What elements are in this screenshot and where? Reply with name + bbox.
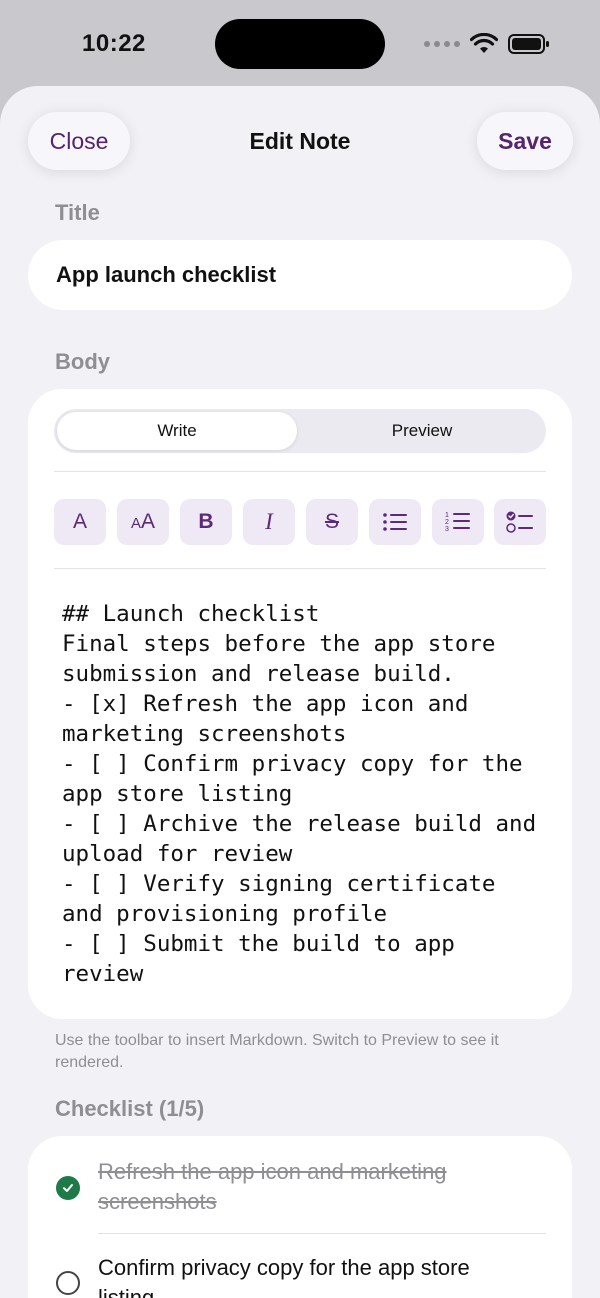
checkmark-done-icon[interactable] [56,1176,80,1200]
strikethrough-icon: S [324,510,339,533]
checklist-section-label: Checklist (1/5) [55,1096,205,1121]
markdown-toolbar: A AA B I S 1 2 3 [54,499,546,547]
italic-button[interactable]: I [243,499,295,545]
status-time: 10:22 [82,30,146,57]
text-icon: A [72,510,87,533]
bold-button[interactable]: B [180,499,232,545]
dynamic-island [215,19,385,69]
toolbar-divider-bottom [54,568,546,569]
checklist-item-text: Confirm privacy copy for the app store l… [98,1255,470,1298]
checklist-item-text: Refresh the app icon and marketing scree… [98,1159,447,1214]
svg-text:3: 3 [445,526,449,533]
title-section-label: Title [55,200,100,225]
bullet-list-button[interactable] [369,499,421,545]
tab-preview[interactable]: Preview [301,412,543,450]
save-button[interactable]: Save [477,112,573,170]
checklist-button[interactable] [494,499,546,545]
editor-hint: Use the toolbar to insert Markdown. Swit… [55,1032,499,1071]
tab-write[interactable]: Write [57,412,297,450]
status-bar: 10:22 [0,0,600,88]
bold-icon: B [198,510,214,533]
checklist-icon [506,511,533,533]
svg-text:2: 2 [445,519,449,526]
toolbar-divider-top [54,471,546,472]
checkbox-empty-icon[interactable] [56,1271,80,1295]
battery-icon [508,34,549,54]
signal-icon [424,41,460,47]
body-editor-card: Write Preview A AA B I S 1 2 3 ## Launch… [28,389,572,1019]
svg-text:1: 1 [445,512,449,519]
numbered-list-icon: 1 2 3 [445,512,470,533]
strikethrough-button[interactable]: S [306,499,358,545]
checklist-divider [98,1233,546,1234]
text-button[interactable]: A [54,499,106,545]
italic-icon: I [265,509,273,534]
text-size-icon: AA [130,510,156,533]
bullet-list-icon [383,513,407,531]
edit-note-sheet: Close Edit Note Save Title App launch ch… [0,86,600,1298]
text-size-button[interactable]: AA [117,499,169,545]
wifi-icon [470,33,498,53]
title-input[interactable]: App launch checklist [28,240,572,310]
markdown-body-editor[interactable]: ## Launch checklist Final steps before t… [62,599,542,989]
numbered-list-button[interactable]: 1 2 3 [432,499,484,545]
checklist-card: Refresh the app icon and marketing scree… [28,1136,572,1298]
body-section-label: Body [55,349,110,374]
write-preview-toggle: Write Preview [54,409,546,453]
status-icons [424,33,550,55]
